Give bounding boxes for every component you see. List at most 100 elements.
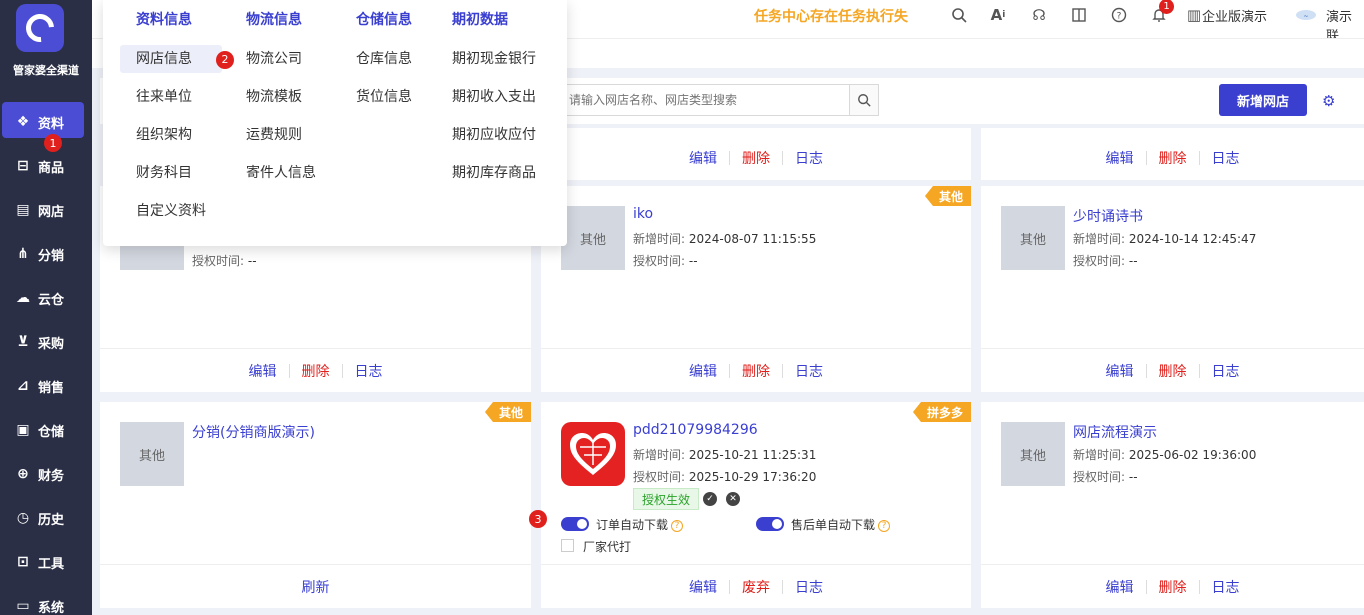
sidebar-item-sales[interactable]: ⊿ 销售 [0,364,92,408]
search-icon[interactable] [949,5,969,25]
menu-item-org[interactable]: 组织架构 [136,116,206,154]
delete-button[interactable]: 删除 [730,361,782,381]
sidebar-item-shop[interactable]: ▤ 网店 [0,188,92,232]
card-actions: 编辑 删除 日志 [541,136,971,180]
delete-button[interactable]: 删除 [290,361,342,381]
shop-card: 其他 其他 iko 新增时间: 2024-08-07 11:15:55 授权时间… [541,186,971,392]
dropdown-column-opening: 期初数据 期初现金银行 期初收入支出 期初应收应付 期初库存商品 [452,0,536,192]
menu-item-freight-rules[interactable]: 运费规则 [246,116,316,154]
data-dropdown-menu: 资料信息 网店信息 2 往来单位 组织架构 财务科目 自定义资料 物流信息 物流公… [103,0,567,246]
shop-type-tag: 其他 [484,402,531,422]
edit-button[interactable]: 编辑 [1094,361,1146,381]
headset-icon[interactable]: ☊ [1029,5,1049,25]
menu-item-opening-stock[interactable]: 期初库存商品 [452,154,536,192]
sidebar-item-label: 系统 [38,600,65,615]
log-button[interactable]: 日志 [1200,148,1252,168]
order-auto-download-toggle[interactable] [561,517,589,531]
log-button[interactable]: 日志 [783,148,835,168]
add-shop-button[interactable]: 新增网店 [1219,84,1307,116]
sidebar-item-label: 网店 [38,204,65,220]
help-icon[interactable]: ? [878,519,891,532]
edit-button[interactable]: 编辑 [1094,148,1146,168]
menu-item-partners[interactable]: 往来单位 [136,78,206,116]
edit-button[interactable]: 编辑 [677,361,729,381]
shield-icon[interactable]: ✓ [703,492,717,506]
box-icon: ⊟ [17,158,29,174]
log-button[interactable]: 日志 [783,361,835,381]
search-button[interactable] [849,84,879,116]
log-button[interactable]: 日志 [1200,361,1252,381]
dropdown-heading: 仓储信息 [356,12,412,28]
menu-item-logistics-company[interactable]: 物流公司 [246,40,316,78]
added-time: 新增时间: 2024-08-07 11:15:55 [633,230,816,247]
sidebar-item-label: 商品 [38,160,65,176]
shop-thumbnail: 其他 [120,422,184,486]
sidebar-item-storage[interactable]: ▣ 仓储 [0,408,92,452]
dropdown-column-basic: 资料信息 网店信息 2 往来单位 组织架构 财务科目 自定义资料 [120,0,234,230]
book-icon[interactable] [1069,5,1089,25]
brand-name: 管家婆全渠道 [13,64,79,77]
sidebar-item-distribution[interactable]: ⋔ 分销 [0,232,92,276]
dropdown-heading: 资料信息 [136,12,192,28]
shop-name[interactable]: pdd21079984296 [633,422,758,438]
log-button[interactable]: 日志 [343,361,395,381]
delete-button[interactable]: 删除 [1147,361,1199,381]
discard-button[interactable]: 废弃 [730,577,782,597]
log-button[interactable]: 日志 [1200,577,1252,597]
sidebar-item-goods[interactable]: ⊟ 商品 [0,144,92,188]
auth-time-value: -- [247,254,257,268]
factory-print-checkbox[interactable] [561,539,574,552]
edition-label[interactable]: 企业版演示 [1202,6,1267,25]
delete-button[interactable]: 删除 [1147,148,1199,168]
ai-icon[interactable]: Ai [988,5,1008,25]
sidebar-item-tools[interactable]: ⊡ 工具 [0,540,92,584]
menu-item-opening-cash[interactable]: 期初现金银行 [452,40,536,78]
sidebar-item-system[interactable]: ▭ 系统 [0,584,92,615]
brand-logo-icon[interactable] [16,4,64,52]
shop-search-input[interactable] [560,84,850,116]
auth-time-value: -- [1128,470,1138,484]
edit-button[interactable]: 编辑 [677,148,729,168]
shop-card: 其他 少时诵诗书 新增时间: 2024-10-14 12:45:47 授权时间:… [981,186,1364,392]
edit-button[interactable]: 编辑 [677,577,729,597]
edit-button[interactable]: 编辑 [237,361,289,381]
help-icon[interactable]: ? [671,519,684,532]
menu-item-location-info[interactable]: 货位信息 [356,78,412,116]
sidebar-item-history[interactable]: ◷ 历史 [0,496,92,540]
menu-item-accounts[interactable]: 财务科目 [136,154,206,192]
aftersale-auto-download-toggle[interactable] [756,517,784,531]
menu-item-custom[interactable]: 自定义资料 [136,192,206,230]
shop-name[interactable]: 网店流程演示 [1073,422,1157,442]
delete-button[interactable]: 删除 [1147,577,1199,597]
sidebar-item-data[interactable]: ❖ 资料 1 [0,100,92,152]
auth-time-value: -- [688,254,698,268]
sidebar-item-label: 资料 [38,116,65,132]
step-badge-2: 2 [216,51,234,69]
sidebar-item-purchase[interactable]: ⊻ 采购 [0,320,92,364]
edit-button[interactable]: 编辑 [1094,577,1146,597]
menu-item-opening-receivable[interactable]: 期初应收应付 [452,116,536,154]
shop-name[interactable]: iko [633,206,653,222]
shop-name[interactable]: 少时诵诗书 [1073,206,1143,226]
menu-item-sender-info[interactable]: 寄件人信息 [246,154,316,192]
task-notice[interactable]: 任务中心存在任务执行失 [754,6,908,26]
close-icon[interactable]: ✕ [726,492,740,506]
bell-icon[interactable]: 1 [1149,0,1174,25]
auth-time: 授权时间: -- [1073,252,1138,269]
sidebar-item-cloud-warehouse[interactable]: ☁ 云仓 [0,276,92,320]
menu-item-opening-income[interactable]: 期初收入支出 [452,78,536,116]
gear-icon[interactable]: ⚙ [1322,92,1335,110]
layers-icon: ❖ [16,114,30,130]
sidebar-item-finance[interactable]: ⊕ 财务 [0,452,92,496]
menu-item-logistics-template[interactable]: 物流模板 [246,78,316,116]
menu-item-shop-info[interactable]: 网店信息 2 [120,40,234,78]
card-actions: 编辑 删除 日志 [981,348,1364,392]
refresh-button[interactable]: 刷新 [290,577,342,597]
shop-card: 拼多多 pdd21079984296 新增时间: 2025-10-21 11:2… [529,402,971,608]
menu-item-warehouse-info[interactable]: 仓库信息 [356,40,412,78]
delete-button[interactable]: 删除 [730,148,782,168]
log-button[interactable]: 日志 [783,577,835,597]
shop-name[interactable]: 分销(分销商版演示) [192,422,315,442]
help-icon[interactable]: ? [1109,5,1129,25]
shop-thumbnail: 其他 [561,206,625,270]
